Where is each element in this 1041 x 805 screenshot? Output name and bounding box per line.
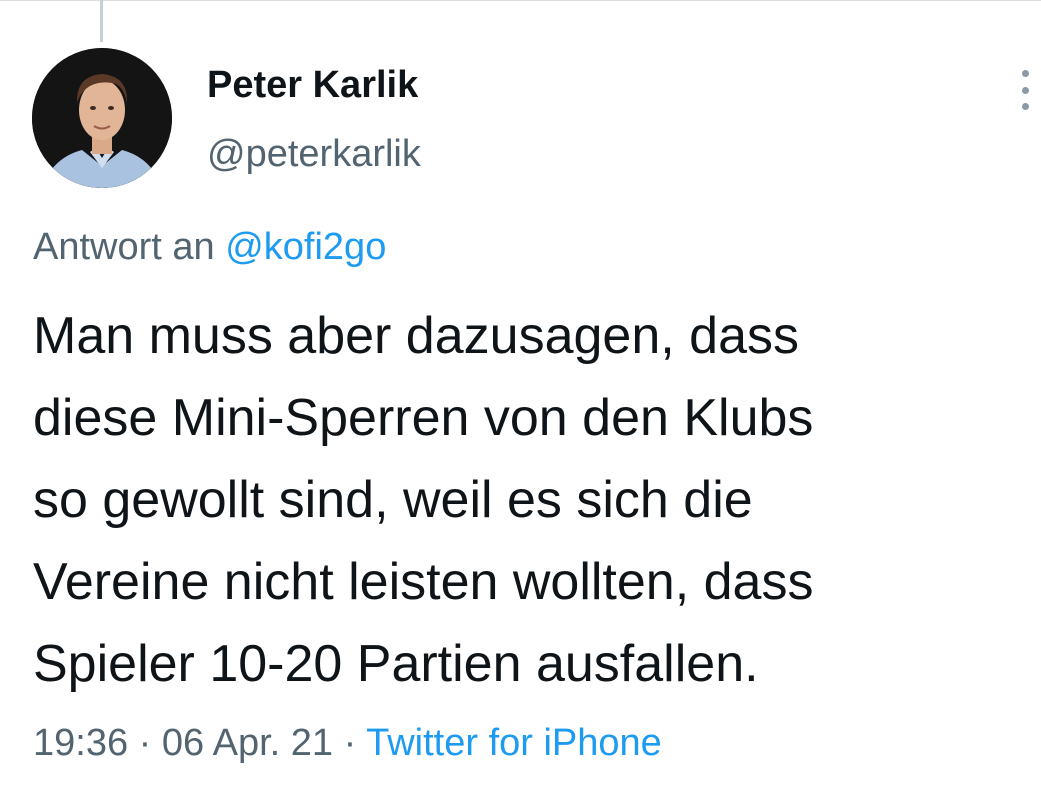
- more-dot: [1021, 86, 1029, 94]
- top-divider: [0, 0, 1041, 1]
- tweet-text: Man muss aber dazusagen, dass diese Mini…: [33, 295, 1033, 705]
- thread-connector-line: [100, 0, 103, 42]
- more-dot: [1021, 70, 1029, 77]
- tweet-text-line: diese Mini-Sperren von den Klubs: [33, 389, 814, 447]
- reply-prefix: Antwort an: [33, 226, 215, 268]
- avatar[interactable]: [32, 48, 172, 188]
- meta-separator: ·: [138, 722, 152, 764]
- tweet-text-line: Vereine nicht leisten wollten, dass: [33, 553, 814, 611]
- author-handle[interactable]: @peterkarlik: [207, 133, 421, 176]
- tweet-text-line: so gewollt sind, weil es sich die: [33, 471, 753, 529]
- tweet-source-link[interactable]: Twitter for iPhone: [366, 722, 662, 764]
- more-vertical-icon[interactable]: [1014, 70, 1036, 110]
- author-display-name[interactable]: Peter Karlik: [207, 64, 418, 107]
- tweet-text-line: Spieler 10-20 Partien ausfallen.: [33, 635, 759, 693]
- meta-separator: ·: [343, 722, 357, 764]
- reply-mention-link[interactable]: @kofi2go: [225, 226, 386, 268]
- avatar-photo-icon: [32, 48, 172, 188]
- tweet-text-line: Man muss aber dazusagen, dass: [33, 307, 799, 365]
- tweet-time[interactable]: 19:36: [33, 722, 128, 764]
- reply-context: Antwort an @kofi2go: [33, 226, 386, 269]
- tweet-date[interactable]: 06 Apr. 21: [162, 722, 333, 764]
- more-dot: [1021, 103, 1029, 110]
- tweet-metadata: 19:36 · 06 Apr. 21 · Twitter for iPhone: [33, 722, 662, 765]
